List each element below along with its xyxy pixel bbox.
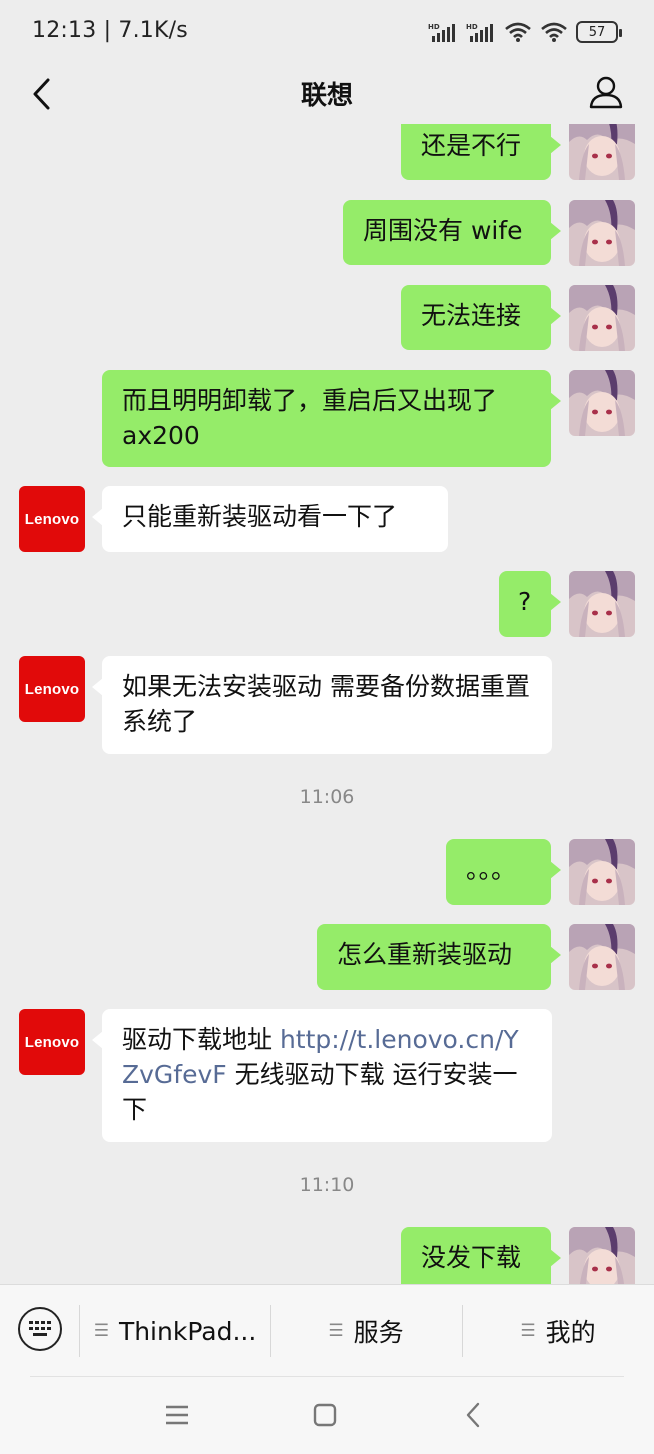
my-avatar[interactable] bbox=[569, 200, 635, 266]
status-time: 12:13 bbox=[32, 18, 97, 43]
menu-item-service[interactable]: ☰ 服务 bbox=[271, 1285, 461, 1377]
chevron-left-icon bbox=[33, 78, 50, 110]
message-bubble[interactable]: 如果无法安装驱动 需要备份数据重置系统了 bbox=[92, 656, 552, 754]
message-bubble[interactable]: 怎么重新装驱动 bbox=[317, 924, 561, 990]
message-bubble[interactable]: 无法连接 bbox=[401, 285, 561, 350]
message-bubble[interactable]: 只能重新装驱动看一下了 bbox=[92, 486, 448, 552]
hd-signal-icon: HD bbox=[428, 23, 455, 42]
anime-avatar-icon bbox=[569, 124, 635, 180]
message-text: 。。。 bbox=[466, 855, 517, 884]
message-bubble[interactable]: 周围没有 wife bbox=[343, 200, 561, 265]
message-bubble[interactable]: 没发下载 bbox=[401, 1227, 561, 1284]
my-avatar[interactable] bbox=[569, 1227, 635, 1284]
menu-list-icon: ☰ bbox=[520, 1321, 536, 1341]
chat-header: 联想 bbox=[0, 62, 654, 124]
status-separator: | bbox=[103, 18, 119, 43]
status-network-speed: 7.1K/s bbox=[118, 18, 188, 43]
my-avatar[interactable] bbox=[569, 285, 635, 351]
wifi-icon-2 bbox=[541, 22, 567, 42]
hd-signal-icon-2: HD bbox=[466, 23, 493, 42]
status-icons: HD HD 57 bbox=[428, 18, 622, 46]
my-avatar[interactable] bbox=[569, 370, 635, 436]
message-text: 如果无法安装驱动 需要备份数据重置系统了 bbox=[122, 672, 530, 736]
message-text: 驱动下载地址 bbox=[122, 1025, 280, 1054]
message-text: 周围没有 wife bbox=[363, 216, 523, 245]
divider bbox=[30, 1376, 624, 1377]
account-menu-bar: ☰ ThinkPad... ☰ 服务 ☰ 我的 bbox=[0, 1284, 654, 1376]
message-bubble[interactable]: 驱动下载地址 http://t.lenovo.cn/YZvGfevF 无线驱动下… bbox=[92, 1009, 552, 1142]
anime-avatar-icon bbox=[569, 1227, 635, 1284]
my-avatar[interactable] bbox=[569, 571, 635, 637]
my-avatar[interactable] bbox=[569, 839, 635, 905]
system-nav-bar bbox=[0, 1376, 654, 1454]
menu-list-icon: ☰ bbox=[328, 1321, 344, 1341]
keyboard-toggle-button[interactable] bbox=[18, 1307, 62, 1351]
back-button[interactable] bbox=[20, 72, 64, 116]
lenovo-logo: Lenovo bbox=[24, 510, 80, 528]
menu-item-label: ThinkPad... bbox=[118, 1316, 257, 1346]
home-button[interactable] bbox=[310, 1400, 340, 1430]
chevron-left-icon bbox=[466, 1402, 480, 1428]
lenovo-avatar[interactable]: Lenovo bbox=[19, 486, 85, 552]
menu-item-mine[interactable]: ☰ 我的 bbox=[463, 1285, 653, 1377]
message-text: 怎么重新装驱动 bbox=[337, 940, 513, 969]
menu-icon bbox=[166, 1405, 188, 1425]
anime-avatar-icon bbox=[569, 285, 635, 351]
anime-avatar-icon bbox=[569, 200, 635, 266]
system-back-button[interactable] bbox=[458, 1400, 488, 1430]
recent-apps-button[interactable] bbox=[162, 1400, 192, 1430]
message-text: 无法连接 bbox=[421, 301, 522, 330]
svg-text:HD: HD bbox=[466, 23, 478, 31]
anime-avatar-icon bbox=[569, 370, 635, 436]
wifi-icon bbox=[505, 22, 531, 42]
menu-item-thinkpad[interactable]: ☰ ThinkPad... bbox=[80, 1285, 270, 1377]
menu-item-label: 我的 bbox=[545, 1318, 596, 1347]
lenovo-logo: Lenovo bbox=[24, 680, 80, 698]
message-text: ? bbox=[518, 587, 532, 616]
timestamp: 11:10 bbox=[299, 1174, 355, 1196]
timestamp: 11:06 bbox=[299, 786, 355, 808]
svg-text:HD: HD bbox=[428, 23, 440, 31]
status-time-speed: 12:13 | 7.1K/s bbox=[32, 18, 188, 43]
profile-button[interactable] bbox=[584, 70, 628, 114]
message-bubble[interactable]: 。。。 bbox=[446, 839, 561, 905]
message-bubble[interactable]: ? bbox=[499, 571, 561, 637]
menu-list-icon: ☰ bbox=[93, 1321, 109, 1341]
chat-area[interactable]: 还是不行 周围没有 wife 无法连接 而且明明卸载了，重启后又出现了ax200… bbox=[0, 124, 654, 1284]
lenovo-avatar[interactable]: Lenovo bbox=[19, 656, 85, 722]
square-icon bbox=[313, 1403, 337, 1427]
page-title: 联想 bbox=[300, 80, 353, 111]
message-bubble[interactable]: 还是不行 bbox=[401, 124, 561, 180]
message-text: 没发下载 bbox=[421, 1243, 522, 1272]
keyboard-icon bbox=[29, 1321, 51, 1336]
anime-avatar-icon bbox=[569, 571, 635, 637]
message-text: 只能重新装驱动看一下了 bbox=[122, 502, 398, 531]
lenovo-logo: Lenovo bbox=[24, 1033, 80, 1051]
person-icon bbox=[589, 76, 623, 109]
status-bar: 12:13 | 7.1K/s HD HD 57 bbox=[0, 0, 654, 62]
anime-avatar-icon bbox=[569, 924, 635, 990]
message-bubble[interactable]: 而且明明卸载了，重启后又出现了ax200 bbox=[102, 370, 561, 467]
menu-item-label: 服务 bbox=[353, 1318, 404, 1347]
my-avatar[interactable] bbox=[569, 124, 635, 180]
message-text: 而且明明卸载了，重启后又出现了ax200 bbox=[122, 386, 498, 450]
lenovo-avatar[interactable]: Lenovo bbox=[19, 1009, 85, 1075]
message-text: 还是不行 bbox=[421, 131, 522, 160]
anime-avatar-icon bbox=[569, 839, 635, 905]
battery-icon: 57 bbox=[576, 21, 622, 43]
my-avatar[interactable] bbox=[569, 924, 635, 990]
